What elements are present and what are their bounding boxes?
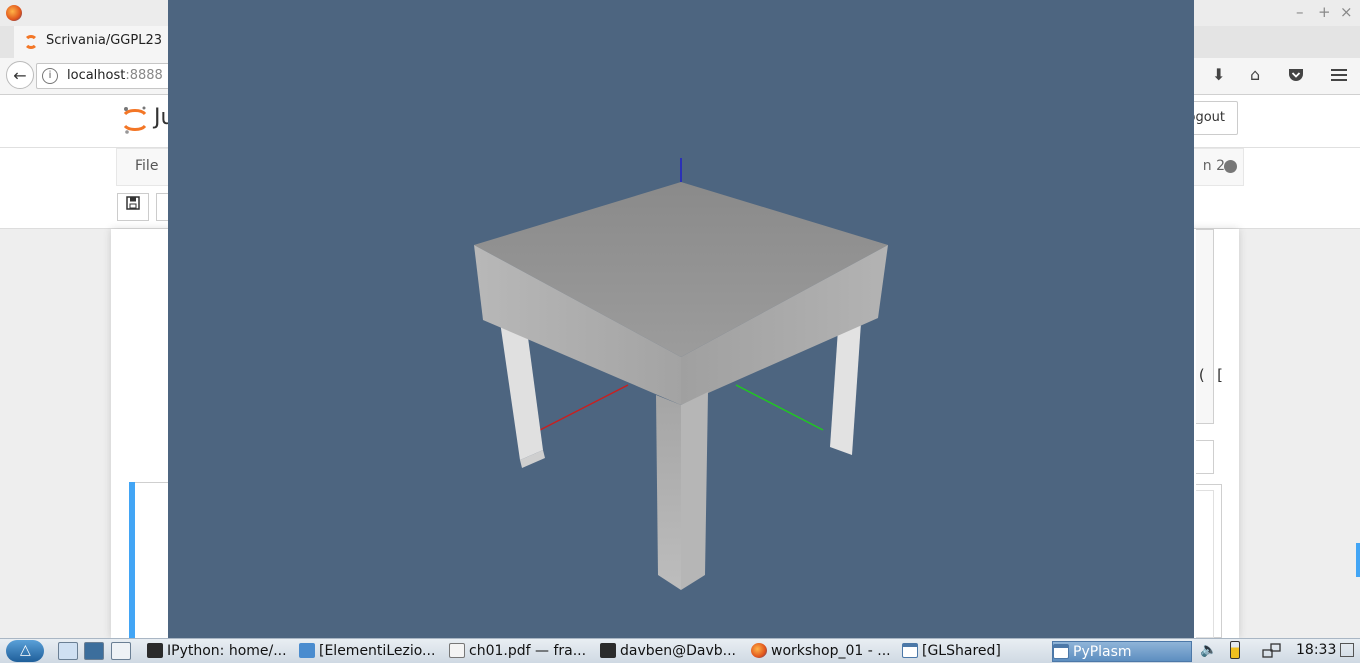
window-icon	[902, 642, 918, 658]
download-icon[interactable]: ⬇	[1212, 67, 1225, 83]
firefox-icon	[751, 642, 767, 658]
network-icon[interactable]	[1262, 642, 1282, 660]
window-icon	[1053, 643, 1069, 659]
y-axis	[735, 384, 824, 431]
viewer-canvas[interactable]	[168, 0, 1194, 638]
floppy-disk-icon	[126, 196, 140, 210]
battery-icon[interactable]	[1230, 641, 1240, 659]
task-label: [GLShared]	[922, 643, 1001, 659]
taskbar: △ IPython: home/... [ElementiLezio... ch…	[0, 638, 1360, 663]
start-menu-button[interactable]: △	[6, 640, 44, 662]
task-label: PyPlasm	[1073, 644, 1132, 660]
back-button[interactable]: ←	[6, 61, 34, 89]
task-label: workshop_01 - ...	[771, 643, 891, 659]
folder-icon	[299, 642, 315, 658]
task-terminal[interactable]: davben@Davb...	[600, 641, 744, 662]
show-desktop-icon[interactable]	[58, 642, 78, 660]
terminal-icon	[147, 642, 163, 658]
menu-file[interactable]: File	[135, 158, 158, 174]
task-pyplasm[interactable]: PyPlasm	[1052, 641, 1192, 662]
table-leg-front	[656, 392, 708, 590]
code-cell-text: ( [	[1197, 366, 1225, 384]
firefox-icon	[6, 5, 22, 21]
start-icon: △	[20, 642, 31, 658]
maximize-button[interactable]: +	[1318, 3, 1331, 21]
kernel-status-indicator	[1224, 160, 1237, 173]
save-button[interactable]	[117, 193, 149, 221]
task-ipython[interactable]: IPython: home/...	[147, 641, 293, 662]
terminal-icon	[600, 642, 616, 658]
url-text: localhost:8888	[67, 68, 163, 83]
volume-icon[interactable]: 🔈	[1200, 642, 1217, 658]
task-label: IPython: home/...	[167, 643, 287, 659]
browser-tab[interactable]: Scrivania/GGPL23	[14, 26, 174, 58]
url-host: localhost	[67, 68, 126, 83]
browser-tab-title: Scrivania/GGPL23	[46, 33, 162, 48]
workspace-icon[interactable]	[84, 642, 104, 660]
document-icon	[449, 642, 465, 658]
minimize-button[interactable]: –	[1296, 3, 1304, 21]
task-pdf-viewer[interactable]: ch01.pdf — fra...	[449, 641, 592, 662]
url-port: :8888	[125, 68, 163, 83]
x-axis	[539, 384, 629, 431]
close-button[interactable]: ×	[1340, 3, 1353, 21]
output-area	[1196, 490, 1214, 638]
scrollbar-marker[interactable]	[1356, 543, 1360, 577]
info-icon[interactable]: i	[42, 68, 58, 84]
jupyter-icon	[24, 35, 38, 49]
table-top	[474, 182, 888, 405]
jupyter-logo-icon	[123, 106, 147, 134]
task-glshared[interactable]: [GLShared]	[902, 641, 1046, 662]
code-cell[interactable]	[1196, 440, 1214, 474]
task-label: davben@Davb...	[620, 643, 737, 659]
task-label: [ElementiLezio...	[319, 643, 436, 659]
home-icon[interactable]: ⌂	[1250, 67, 1260, 83]
show-desktop-button[interactable]	[1340, 643, 1354, 657]
clock[interactable]: 18:33	[1296, 642, 1336, 658]
pocket-icon[interactable]	[1287, 67, 1305, 86]
task-file-manager[interactable]: [ElementiLezio...	[299, 641, 441, 662]
pyplasm-viewer[interactable]	[168, 0, 1194, 638]
task-label: ch01.pdf — fra...	[469, 643, 587, 659]
kernel-name: n 2	[1202, 158, 1225, 174]
task-firefox[interactable]: workshop_01 - ...	[751, 641, 894, 662]
code-cell[interactable]	[1196, 229, 1214, 424]
menu-icon[interactable]	[1330, 67, 1348, 86]
window-list-icon[interactable]	[111, 642, 131, 660]
